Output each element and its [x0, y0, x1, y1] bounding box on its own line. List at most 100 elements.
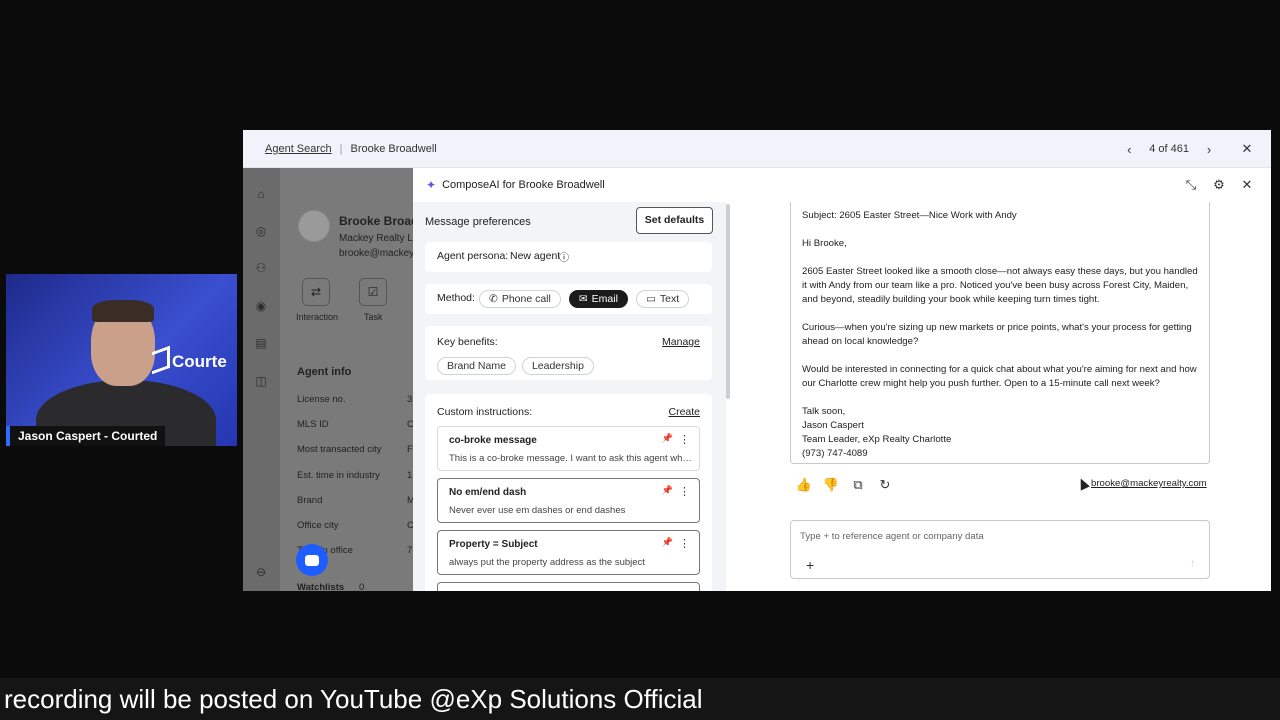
method-card: Method: ✆ Phone call ✉ Email ▭ Text	[425, 284, 712, 314]
task-label: Task	[364, 312, 383, 322]
info-value: 3	[407, 394, 413, 405]
benefit-chip[interactable]: Leadership	[521, 357, 594, 375]
persona-label: Agent persona:	[437, 250, 509, 262]
method-email[interactable]: ✉ Email	[568, 290, 628, 308]
chevron-right-icon[interactable]: ›	[1201, 141, 1217, 157]
method-text-label: Text	[659, 293, 680, 305]
pager-count: 4 of 461	[1149, 143, 1189, 155]
more-icon[interactable]: ⋮	[679, 433, 690, 446]
breadcrumb-current: Brooke Broadwell	[350, 142, 437, 155]
mail-icon: ✉	[578, 293, 588, 305]
more-icon[interactable]: ⋮	[679, 537, 690, 550]
chevron-left-icon[interactable]: ‹	[1121, 141, 1137, 157]
method-email-label: Email	[591, 293, 618, 305]
instruction-desc: always put the property address as the s…	[449, 557, 645, 568]
instruction-title: co-broke message	[449, 435, 537, 446]
info-label: Most transacted city	[297, 444, 382, 455]
compose-panel: ✦ ComposeAI for Brooke Broadwell ⤡ ⚙ ✕ M…	[413, 168, 1271, 591]
benefit-chip[interactable]: Brand Name	[437, 357, 516, 375]
benefits-card: Key benefits: Manage Brand Name Leadersh…	[425, 326, 712, 380]
email-signature-name: Jason Caspert	[802, 420, 864, 431]
copy-icon[interactable]: ⧉	[850, 477, 866, 493]
info-icon[interactable]: ⓘ	[559, 249, 569, 264]
info-label: License no.	[297, 394, 346, 405]
send-arrow-icon[interactable]: ↑	[1190, 558, 1195, 569]
chart-icon[interactable]: ◫	[253, 373, 269, 389]
recipient-email-link[interactable]: brooke@mackeyrealty.com	[1091, 478, 1207, 489]
email-subject: Subject: 2605 Easter Street—Nice Work wi…	[802, 210, 1017, 221]
webcam-logo-text: Courte	[172, 352, 227, 371]
email-paragraph: Curious—when you're sizing up new market…	[802, 322, 1192, 347]
compose-icon[interactable]: ◉	[253, 298, 269, 314]
benefit-chips: Brand Name Leadership	[437, 357, 594, 375]
email-actions: 👍 👎 ⧉ ↻	[796, 477, 893, 493]
email-signature-phone: (973) 747-4089	[802, 448, 868, 459]
task-button[interactable]: ☑	[359, 278, 387, 306]
info-value: F	[407, 444, 413, 455]
close-icon[interactable]: ✕	[1239, 177, 1255, 193]
benefits-label: Key benefits:	[437, 336, 498, 348]
message-icon: ▭	[645, 293, 656, 305]
target-icon[interactable]: ◎	[253, 223, 269, 239]
pin-icon[interactable]: 📌	[662, 485, 673, 496]
presenter-name: Jason Caspert - Courted	[6, 426, 166, 446]
interaction-button[interactable]: ⇄	[302, 278, 330, 306]
create-link[interactable]: Create	[668, 406, 700, 418]
regenerate-icon[interactable]: ↻	[877, 477, 893, 493]
manage-link[interactable]: Manage	[662, 336, 700, 348]
instruction-item[interactable]: co-broke message 📌 ⋮ This is a co-broke …	[437, 426, 700, 471]
chat-bubble-button[interactable]	[296, 544, 328, 576]
agent-profile-panel: Brooke Broad Mackey Realty LL brooke@mac…	[280, 168, 413, 591]
agent-email: brooke@mackey	[339, 248, 413, 259]
scroll-thumb[interactable]	[726, 204, 730, 399]
instruction-item[interactable]	[437, 582, 700, 591]
breadcrumb-agent-search[interactable]: Agent Search	[265, 143, 332, 155]
phone-icon: ✆	[489, 293, 498, 305]
generated-email[interactable]: Subject: 2605 Easter Street—Nice Work wi…	[790, 202, 1210, 464]
top-bar: Agent Search | Brooke Broadwell ‹ 4 of 4…	[243, 130, 1271, 168]
set-defaults-button[interactable]: Set defaults	[636, 207, 713, 234]
more-icon[interactable]: ⋮	[679, 485, 690, 498]
instruction-item[interactable]: Property = Subject 📌 ⋮ always put the pr…	[437, 530, 700, 575]
sparkle-icon: ✦	[426, 178, 437, 192]
home-icon[interactable]: ⌂	[253, 186, 269, 202]
gear-icon[interactable]: ⚙	[1211, 177, 1227, 193]
prompt-box[interactable]: Type + to reference agent or company dat…	[790, 520, 1210, 579]
info-value: 7	[407, 545, 413, 556]
thumbs-up-icon[interactable]: 👍	[796, 477, 812, 493]
chat-icon	[305, 554, 319, 566]
email-paragraph: 2605 Easter Street looked like a smooth …	[802, 266, 1198, 305]
instruction-item[interactable]: No em/end dash 📌 ⋮ Never ever use em das…	[437, 478, 700, 523]
email-greeting: Hi Brooke,	[802, 238, 847, 249]
courted-logo-icon	[152, 345, 170, 375]
email-paragraph: Would be interested in connecting for a …	[802, 364, 1197, 389]
logout-icon[interactable]: ⊖	[253, 564, 269, 580]
pin-icon[interactable]: 📌	[662, 537, 673, 548]
persona-card: Agent persona: New agent ⓘ	[425, 242, 712, 272]
thumbs-down-icon[interactable]: 👎	[823, 477, 839, 493]
close-window-icon[interactable]: ✕	[1239, 141, 1255, 157]
plus-icon[interactable]: +	[806, 557, 814, 573]
method-label: Method:	[437, 292, 475, 304]
compose-title: ComposeAI for Brooke Broadwell	[442, 179, 605, 191]
instruction-title: Property = Subject	[449, 539, 538, 550]
info-label: Est. time in industry	[297, 470, 380, 481]
people-icon[interactable]: ⚇	[253, 260, 269, 276]
info-label: MLS ID	[297, 419, 329, 430]
agent-company: Mackey Realty LL	[339, 233, 413, 244]
minimize-icon[interactable]: ⤡	[1183, 177, 1199, 193]
method-phone-call[interactable]: ✆ Phone call	[479, 290, 561, 308]
pin-icon[interactable]: 📌	[662, 433, 673, 444]
agent-info-heading: Agent info	[297, 366, 352, 378]
message-preferences: Message preferences Set defaults Agent p…	[413, 202, 726, 591]
preferences-scrollbar[interactable]	[726, 202, 730, 402]
compose-tools: ⤡ ⚙ ✕	[1183, 177, 1255, 193]
persona-value[interactable]: New agent	[510, 250, 560, 262]
mouse-cursor	[1076, 476, 1090, 491]
method-phone-label: Phone call	[501, 293, 551, 305]
caption-banner: recording will be posted on YouTube @eXp…	[0, 678, 1280, 720]
left-rail: ⌂ ◎ ⚇ ◉ ▤ ◫ ⊖	[243, 168, 280, 591]
document-icon[interactable]: ▤	[253, 335, 269, 351]
avatar	[298, 210, 330, 242]
method-text[interactable]: ▭ Text	[635, 290, 690, 308]
